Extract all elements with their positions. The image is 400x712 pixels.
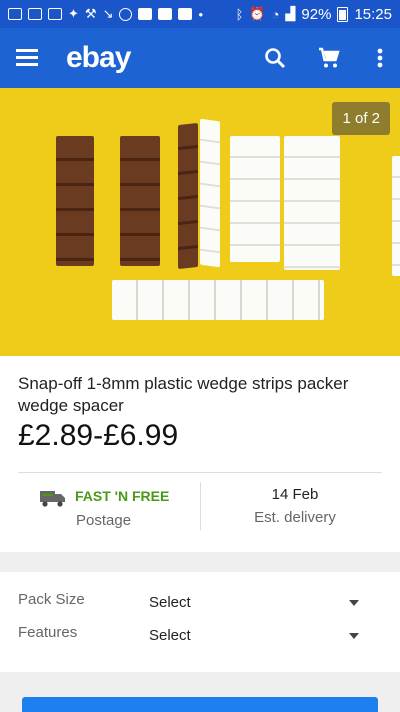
fast-n-free-badge: FAST 'N FREE bbox=[75, 488, 170, 504]
features-select[interactable]: Features Select bbox=[0, 623, 400, 655]
pack-size-value[interactable]: Select bbox=[149, 594, 191, 611]
white-wedge-side bbox=[200, 118, 220, 268]
missed-call-icon: ↘ bbox=[102, 6, 114, 21]
pack-size-select[interactable]: Pack Size Select bbox=[0, 590, 400, 622]
white-wedge-strip-2 bbox=[284, 136, 340, 270]
message-icon bbox=[8, 8, 22, 20]
battery-percent: 92% bbox=[301, 5, 332, 23]
ebay-logo[interactable]: ebay bbox=[66, 41, 131, 75]
delivery-date: 14 Feb bbox=[271, 486, 319, 503]
clock: 15:25 bbox=[354, 5, 392, 23]
youtube-icon bbox=[138, 8, 153, 20]
chevron-down-icon[interactable] bbox=[349, 600, 359, 606]
gmail-icon bbox=[48, 8, 62, 20]
alarm-icon: ⏰ bbox=[249, 6, 266, 21]
hamburger-menu-icon[interactable] bbox=[16, 49, 38, 67]
product-info-card: Snap-off 1-8mm plastic wedge strips pack… bbox=[0, 356, 400, 552]
chevron-down-icon-2[interactable] bbox=[349, 633, 359, 639]
delivery-label: Est. delivery bbox=[254, 509, 336, 526]
app-bar: ebay bbox=[0, 28, 400, 88]
pack-size-label: Pack Size bbox=[18, 591, 85, 608]
divider bbox=[18, 472, 382, 473]
image-counter: 1 of 2 bbox=[332, 102, 390, 135]
wrench-icon: ⚒ bbox=[84, 6, 97, 21]
twitter-icon: ✦ bbox=[68, 6, 79, 21]
shield-icon bbox=[119, 7, 133, 21]
battery-icon bbox=[337, 6, 349, 22]
youtube-icon-3 bbox=[178, 8, 193, 20]
wifi-icon: ◔ bbox=[271, 6, 280, 22]
email-icon bbox=[28, 8, 42, 20]
notification-icons: ✦ ⚒ ↘ • bbox=[8, 6, 203, 22]
status-bar: ✦ ⚒ ↘ • ᛒ ⏰ ◔ ▟ 92% 15:25 bbox=[0, 0, 400, 28]
white-wedge-edge bbox=[392, 156, 400, 276]
truck-icon bbox=[40, 491, 65, 507]
white-wedge-strip bbox=[230, 136, 280, 262]
product-image[interactable]: 1 of 2 bbox=[0, 88, 400, 356]
postage-label: Postage bbox=[76, 512, 132, 529]
bluetooth-icon: ᛒ bbox=[235, 6, 244, 22]
white-wedge-strip-flat bbox=[112, 280, 324, 320]
brown-wedge-strip bbox=[56, 136, 94, 266]
item-options-card: Pack Size Select Features Select bbox=[0, 572, 400, 672]
buy-it-now-button[interactable] bbox=[22, 697, 378, 712]
features-label: Features bbox=[18, 624, 78, 641]
brown-wedge-side bbox=[178, 122, 198, 270]
product-title: Snap-off 1-8mm plastic wedge strips pack… bbox=[18, 374, 349, 415]
product-price: £2.89-£6.99 bbox=[18, 419, 179, 452]
delivery-info: 14 Feb Est. delivery bbox=[200, 486, 390, 526]
more-notifications-icon: • bbox=[198, 6, 204, 22]
more-options-icon[interactable] bbox=[368, 46, 392, 70]
youtube-icon-2 bbox=[158, 8, 173, 20]
search-icon[interactable] bbox=[263, 46, 287, 70]
signal-icon: ▟ bbox=[285, 6, 296, 21]
cart-icon[interactable] bbox=[317, 46, 341, 70]
features-value[interactable]: Select bbox=[149, 627, 191, 644]
brown-wedge-strip-2 bbox=[120, 136, 160, 266]
